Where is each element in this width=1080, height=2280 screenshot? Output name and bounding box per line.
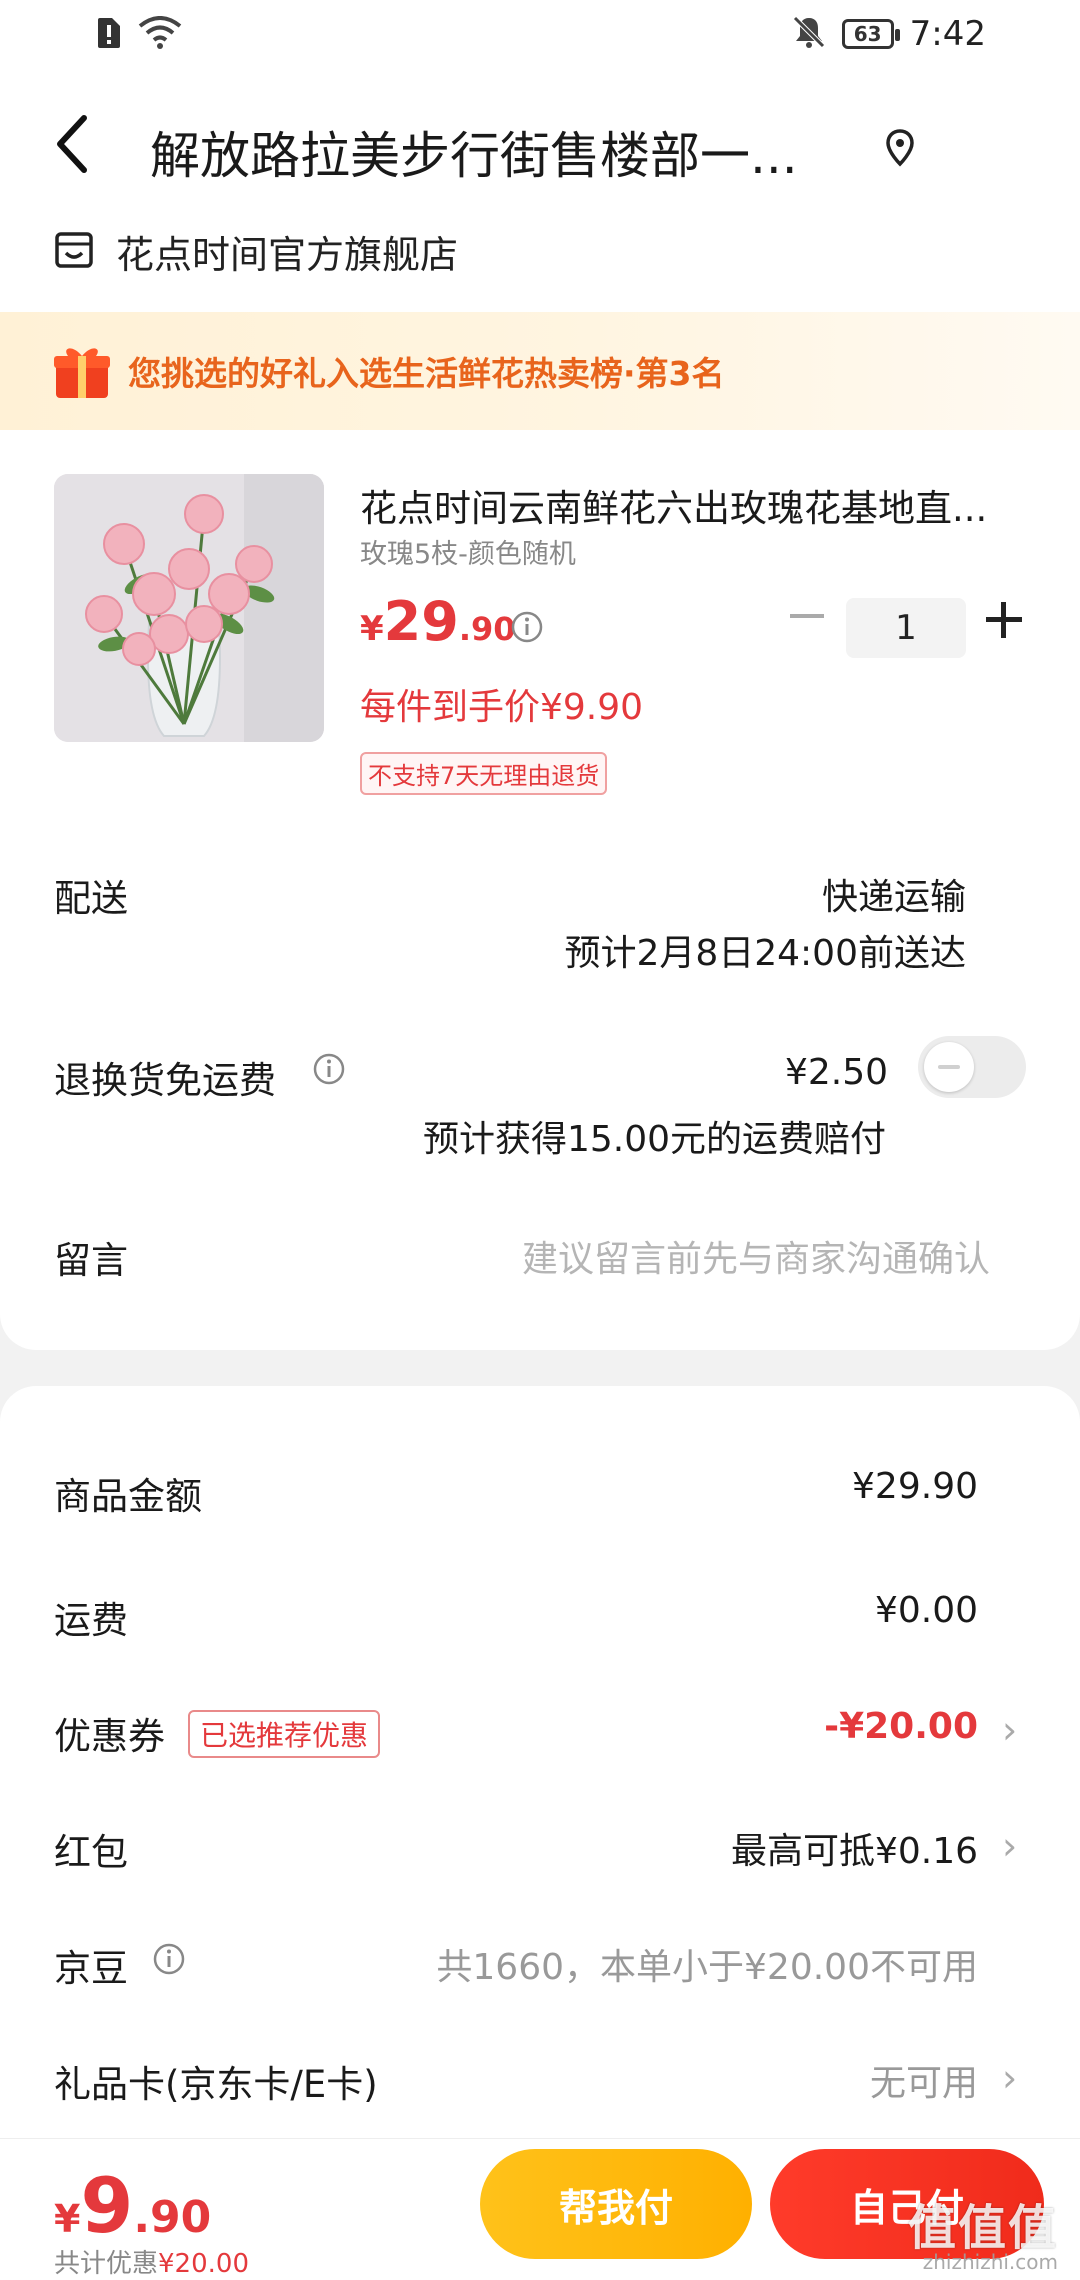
saved-value: ¥20.00 xyxy=(158,2249,249,2279)
delivery-eta: 预计2月8日24:00前送达 xyxy=(564,933,966,974)
no-return-tag: 不支持7天无理由退货 xyxy=(360,752,608,795)
quantity-increase-button[interactable] xyxy=(986,602,1022,638)
wifi-icon xyxy=(138,16,182,54)
help-pay-button[interactable]: 帮我付 xyxy=(480,2149,752,2259)
product-image[interactable] xyxy=(54,474,324,742)
checkout-page: 63 7:42 解放路拉美步行街售楼部一... 花点时间官方旗舰店 您挑选的好礼… xyxy=(0,0,1080,2280)
redpack-chevron-icon[interactable]: › xyxy=(1002,1824,1017,1868)
mute-bell-icon xyxy=(792,15,826,53)
shop-name: 花点时间官方旗舰店 xyxy=(116,233,459,277)
total-price: ¥ 9 .90 xyxy=(54,2161,211,2250)
address-title[interactable]: 解放路拉美步行街售楼部一... xyxy=(150,116,870,188)
giftcard-value[interactable]: 无可用 xyxy=(870,2054,978,2106)
chevron-left-icon xyxy=(57,115,87,173)
price-decimal: .90 xyxy=(458,610,516,648)
total-price-integer: 9 xyxy=(80,2161,134,2250)
coupon-chevron-icon[interactable]: › xyxy=(1002,1708,1017,1752)
coupon-value[interactable]: -¥20.00 xyxy=(824,1706,978,1747)
return-shipping-toggle[interactable] xyxy=(918,1036,1026,1098)
giftcard-chevron-icon[interactable]: › xyxy=(1002,2056,1017,2100)
product-spec[interactable]: 玫瑰5枝-颜色随机 xyxy=(360,532,576,571)
shop-row[interactable]: 花点时间官方旗舰店 xyxy=(54,224,458,279)
delivery-label: 配送 xyxy=(54,877,128,920)
total-price-symbol: ¥ xyxy=(54,2197,81,2241)
total-saved: 共计优惠¥20.00 xyxy=(54,2243,249,2280)
status-time: 7:42 xyxy=(909,14,986,54)
watermark-url: zhizhizhi.com xyxy=(922,2250,1058,2274)
back-button[interactable] xyxy=(52,112,112,182)
message-label: 留言 xyxy=(54,1239,128,1282)
status-bar: 63 7:42 xyxy=(0,0,1080,72)
deal-price: 每件到手价¥9.90 xyxy=(360,687,644,728)
redpack-label: 红包 xyxy=(54,1831,128,1874)
product-title[interactable]: 花点时间云南鲜花六出玫瑰花基地直... xyxy=(360,478,1040,532)
total-price-decimal: .90 xyxy=(133,2192,212,2243)
sim-alert-icon xyxy=(96,16,122,54)
shipping-fee-label: 运费 xyxy=(54,1599,128,1642)
return-shipping-price: ¥2.50 xyxy=(784,1052,888,1093)
goods-amount-label: 商品金额 xyxy=(54,1475,202,1518)
banner-text: 您挑选的好礼入选生活鲜花热卖榜·第3名 xyxy=(128,354,725,393)
price-info-icon[interactable] xyxy=(510,610,544,648)
jingdou-value: 共1660，本单小于¥20.00不可用 xyxy=(436,1947,978,1988)
battery-indicator: 63 xyxy=(841,19,900,49)
quantity-decrease-button[interactable] xyxy=(790,614,824,618)
redpack-value[interactable]: 最高可抵¥0.16 xyxy=(731,1822,978,1874)
price-integer: 29 xyxy=(383,590,459,653)
price-symbol: ¥ xyxy=(360,609,384,649)
header: 解放路拉美步行街售楼部一... 花点时间官方旗舰店 xyxy=(0,72,1080,312)
return-shipping-label: 退换货免运费 xyxy=(54,1059,276,1102)
shipping-fee-value: ¥0.00 xyxy=(874,1590,978,1631)
quantity-value[interactable]: 1 xyxy=(846,598,966,658)
coupon-label: 优惠券 xyxy=(54,1715,165,1758)
goods-amount-value: ¥29.90 xyxy=(852,1466,978,1507)
product-price: ¥ 29 .90 xyxy=(360,590,516,653)
return-shipping-info-icon[interactable] xyxy=(312,1052,346,1090)
ranking-banner: 您挑选的好礼入选生活鲜花热卖榜·第3名 xyxy=(0,312,1080,430)
watermark-logo: 值值值 xyxy=(907,2200,1058,2256)
shop-icon xyxy=(54,231,94,273)
price-summary-card: 商品金额 ¥29.90 运费 ¥0.00 优惠券 已选推荐优惠 -¥20.00 … xyxy=(0,1386,1080,2138)
return-shipping-note: 预计获得15.00元的运费赔付 xyxy=(422,1119,886,1160)
jingdou-label: 京豆 xyxy=(54,1947,128,1990)
coupon-tag: 已选推荐优惠 xyxy=(188,1710,381,1758)
saved-label: 共计优惠 xyxy=(54,2249,159,2279)
delivery-method[interactable]: 快递运输 xyxy=(822,868,966,920)
toggle-knob xyxy=(924,1042,974,1092)
order-card: 花点时间云南鲜花六出玫瑰花基地直... 玫瑰5枝-颜色随机 ¥ 29 .90 1… xyxy=(0,430,1080,1350)
giftcard-label: 礼品卡(京东卡/E卡) xyxy=(54,2063,378,2106)
location-pin-icon[interactable] xyxy=(884,128,920,172)
jingdou-info-icon[interactable] xyxy=(152,1942,186,1980)
gift-icon xyxy=(52,342,112,400)
message-input[interactable]: 建议留言前先与商家沟通确认 xyxy=(522,1230,990,1282)
